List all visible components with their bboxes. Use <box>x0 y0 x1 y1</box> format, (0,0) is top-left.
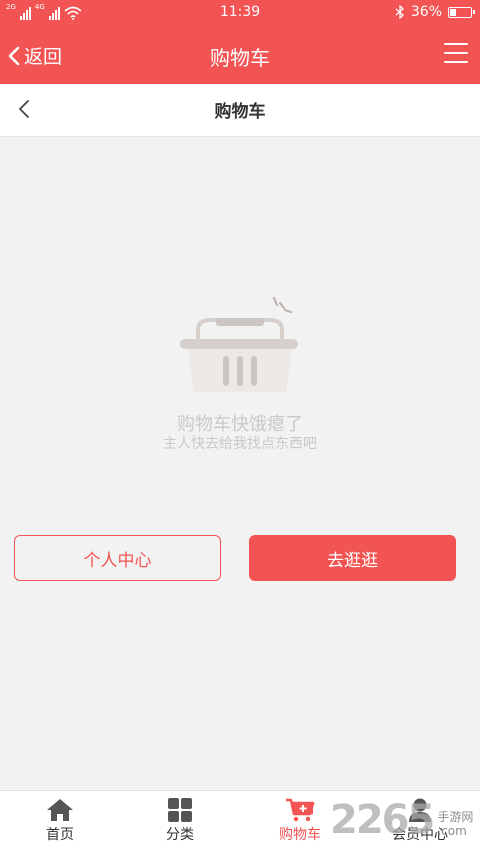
nav-label-home: 首页 <box>46 827 74 843</box>
nav-label-category: 分类 <box>166 827 194 843</box>
menu-icon[interactable] <box>444 43 468 63</box>
watermark-number: 2265 <box>330 797 435 843</box>
battery-percent: 36% <box>410 4 442 20</box>
battery-fill <box>450 8 456 16</box>
home-icon <box>47 799 73 821</box>
nav-item-category[interactable]: 分类 <box>120 791 240 854</box>
watermark-text: 手游网 .com <box>437 810 473 838</box>
shopping-basket-icon <box>180 296 298 392</box>
page-title: 购物车 <box>214 102 266 122</box>
watermark-line2: .com <box>437 824 467 838</box>
watermark-line1: 手游网 <box>437 810 474 824</box>
nav-label-cart: 购物车 <box>279 827 321 843</box>
empty-state-subtitle: 主人快去给我找点东西吧 <box>163 436 317 452</box>
app-header: 返回 购物车 <box>0 26 480 84</box>
bluetooth-icon <box>395 5 404 19</box>
watermark-logo: 2265 手游网 .com <box>330 800 473 840</box>
profile-center-button[interactable]: 个人中心 <box>14 535 221 581</box>
grid-icon <box>168 798 192 822</box>
go-shopping-button[interactable]: 去逛逛 <box>249 535 456 581</box>
battery-icon <box>448 6 475 18</box>
status-bar: 2G 4G 11:39 36% <box>0 0 480 26</box>
app-title: 购物车 <box>210 46 270 70</box>
page-header: 购物车 <box>0 84 480 137</box>
status-right: 36% <box>395 4 475 20</box>
nav-item-home[interactable]: 首页 <box>0 791 120 854</box>
cart-icon <box>286 798 315 822</box>
